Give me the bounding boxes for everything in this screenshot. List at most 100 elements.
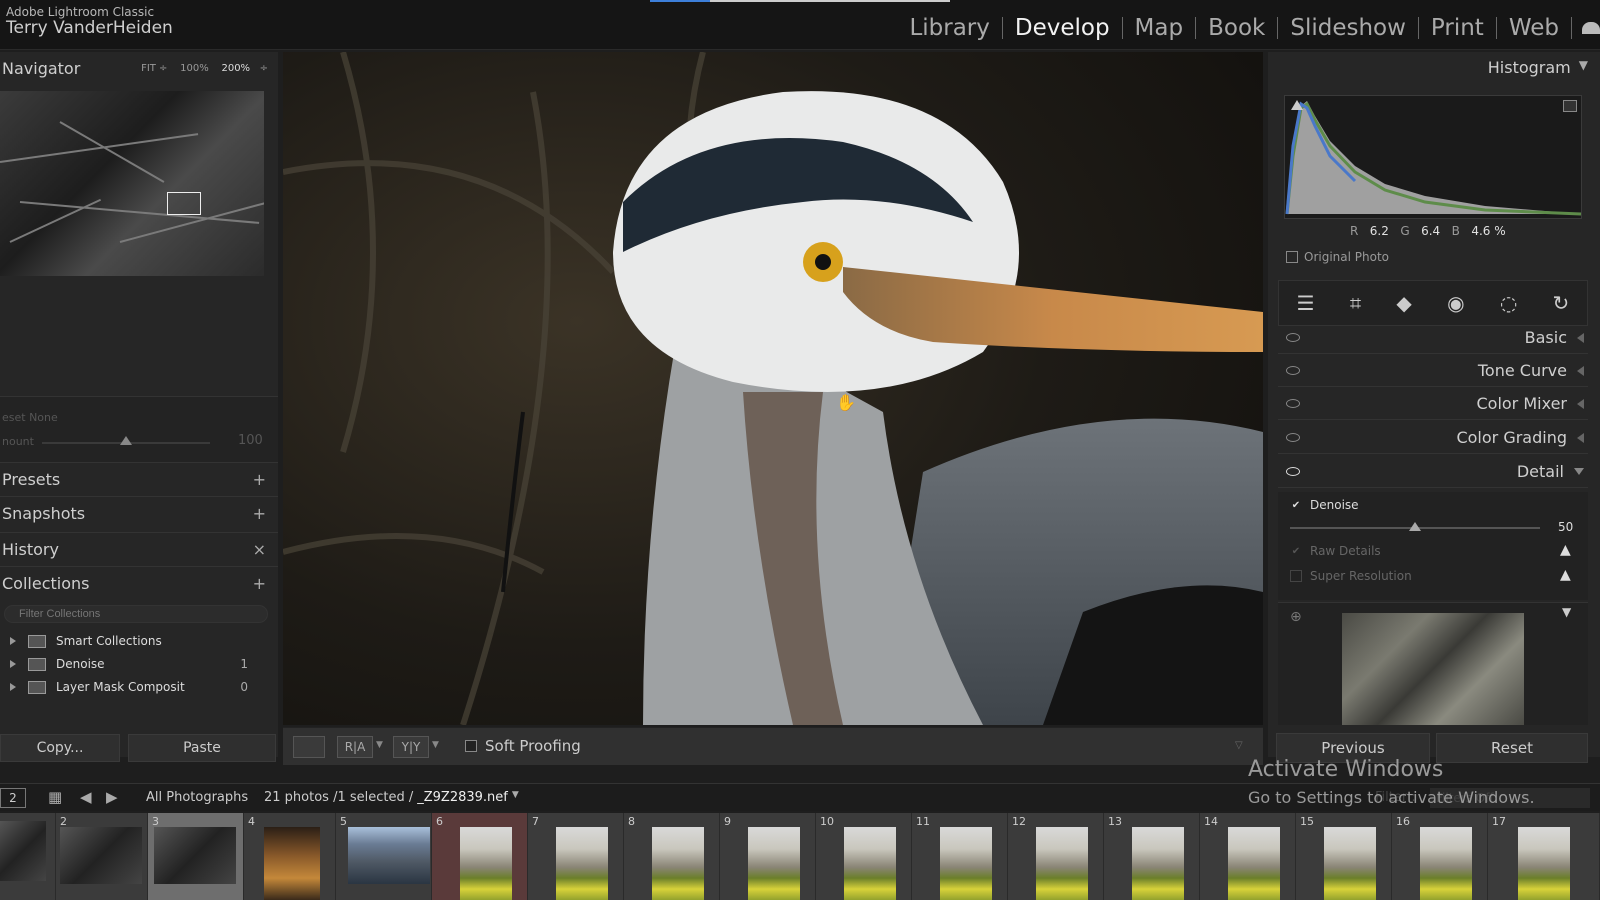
expand-triangle-icon[interactable] [1577,365,1584,376]
module-map[interactable]: Map [1123,17,1197,40]
main-photo-view[interactable] [283,52,1263,725]
amount-slider-knob[interactable] [120,436,132,445]
copy-settings-button[interactable]: Copy... [0,734,120,762]
soft-proofing-checkbox[interactable] [465,740,477,752]
highlight-clipping-icon[interactable] [1563,100,1577,112]
module-develop[interactable]: Develop [1003,17,1123,40]
filmstrip-thumb[interactable] [0,813,56,900]
expand-triangle-icon[interactable] [1577,432,1584,443]
filmstrip-thumb[interactable]: 17 [1488,813,1600,900]
original-photo-checkbox[interactable] [1286,251,1298,263]
healing-icon[interactable]: ◆ [1396,291,1411,315]
add-collection-icon[interactable]: + [253,574,266,593]
collapse-triangle-icon[interactable] [1574,468,1584,475]
navigator-preview[interactable] [0,91,264,276]
navigator-zoom-box[interactable] [167,192,201,215]
chevron-down-icon[interactable]: ▼ [512,790,519,805]
filmstrip-thumb[interactable]: 6 [432,813,528,900]
chevron-down-icon[interactable]: ▼ [376,740,383,750]
history-section[interactable]: History × [0,532,278,566]
before-after-yy-button[interactable]: Y|Y [393,736,429,758]
disclosure-triangle-icon[interactable] [10,660,16,668]
original-photo-toggle[interactable]: Original Photo [1286,250,1389,264]
disclosure-triangle-icon[interactable] [10,683,16,691]
navigator-header[interactable]: Navigator FIT ÷ 100% 200% ÷ [0,52,278,84]
raw-details-checkbox[interactable]: ✔ [1290,545,1302,557]
disclosure-triangle-icon[interactable] [10,637,16,645]
red-eye-icon[interactable]: ◉ [1447,291,1464,315]
collapse-triangle-icon[interactable]: ▼ [1579,58,1588,77]
shadow-clipping-icon[interactable] [1291,100,1303,110]
warning-icon[interactable]: ▲ [1560,567,1571,583]
filmstrip-thumb[interactable]: 11 [912,813,1008,900]
module-web[interactable]: Web [1497,17,1572,40]
detail-zoom-preview[interactable] [1342,613,1524,725]
filmstrip-thumb[interactable]: 13 [1104,813,1200,900]
module-library[interactable]: Library [897,17,1003,40]
before-after-ra-button[interactable]: R|A [337,736,373,758]
histogram-graph[interactable] [1284,95,1582,219]
forward-arrow-icon[interactable]: ▶ [106,788,118,806]
eye-icon[interactable] [1286,433,1300,442]
tone-curve-section[interactable]: Tone Curve [1278,355,1588,387]
color-grading-section[interactable]: Color Grading [1278,422,1588,454]
filmstrip-info[interactable]: 21 photos /1 selected / _Z9Z2839.nef ▼ [264,790,519,805]
filmstrip-thumb[interactable]: 15 [1296,813,1392,900]
collection-item[interactable]: Smart Collections [0,630,270,652]
crop-icon[interactable]: ⌗ [1350,291,1361,315]
zoom-fit[interactable]: FIT ÷ [141,63,167,74]
snapshots-section[interactable]: Snapshots + [0,496,278,530]
module-book[interactable]: Book [1196,17,1279,40]
filmstrip-thumb[interactable]: 16 [1392,813,1488,900]
denoise-slider-knob[interactable] [1409,522,1421,531]
histogram-header[interactable]: Histogram ▼ [1278,58,1588,77]
reset-tool-icon[interactable]: ↻ [1553,291,1570,315]
zoom-100[interactable]: 100% [180,63,209,74]
expand-triangle-icon[interactable] [1577,332,1584,343]
loupe-view-icon[interactable] [293,736,325,758]
collapse-triangle-icon[interactable]: ▼ [1562,605,1571,619]
filmstrip-source[interactable]: All Photographs [146,790,248,805]
reset-button[interactable]: Reset [1436,733,1588,763]
filmstrip-thumb-selected[interactable]: 3 [148,813,244,900]
filmstrip-thumb[interactable]: 7 [528,813,624,900]
toolbar-menu-icon[interactable]: ▽ [1235,740,1243,751]
paste-settings-button[interactable]: Paste [128,734,276,762]
denoise-checkbox[interactable]: ✔ [1290,499,1302,511]
module-print[interactable]: Print [1419,17,1497,40]
edit-sliders-icon[interactable]: ☰ [1297,291,1315,315]
expand-triangle-icon[interactable] [1577,398,1584,409]
filmstrip-thumb[interactable]: 8 [624,813,720,900]
super-resolution-toggle[interactable]: Super Resolution [1290,569,1412,583]
grid-icon[interactable]: ▦ [48,788,62,806]
raw-details-toggle[interactable]: ✔ Raw Details [1290,544,1381,558]
collections-section[interactable]: Collections + [0,566,278,600]
zoom-200[interactable]: 200% [221,63,250,74]
filmstrip-thumb[interactable]: 2 [56,813,148,900]
add-snapshot-icon[interactable]: + [253,504,266,523]
collection-item[interactable]: Layer Mask Composit 0 [0,676,270,698]
back-arrow-icon[interactable]: ◀ [80,788,92,806]
detail-section[interactable]: Detail [1278,456,1588,488]
clear-history-icon[interactable]: × [253,540,266,559]
eye-icon[interactable] [1286,333,1300,342]
filmstrip-thumb[interactable]: 5 [336,813,432,900]
eye-icon[interactable] [1286,399,1300,408]
warning-icon[interactable]: ▲ [1560,542,1571,558]
filmstrip-thumb[interactable]: 9 [720,813,816,900]
masking-icon[interactable]: ◌ [1500,291,1517,315]
chevron-down-icon[interactable]: ▼ [432,740,439,750]
collections-filter-input[interactable] [4,605,268,623]
eye-icon[interactable] [1286,366,1300,375]
zoom-more[interactable]: ÷ [260,63,268,74]
target-icon[interactable]: ⊕ [1290,609,1302,625]
super-resolution-checkbox[interactable] [1290,570,1302,582]
color-mixer-section[interactable]: Color Mixer [1278,388,1588,420]
filmstrip-thumb[interactable]: 10 [816,813,912,900]
cloud-icon[interactable] [1582,22,1600,34]
filmstrip-thumb[interactable]: 4 [244,813,336,900]
module-slideshow[interactable]: Slideshow [1278,17,1419,40]
denoise-toggle[interactable]: ✔ Denoise [1290,498,1359,512]
presets-section[interactable]: Presets + [0,462,278,496]
collection-item[interactable]: Denoise 1 [0,653,270,675]
